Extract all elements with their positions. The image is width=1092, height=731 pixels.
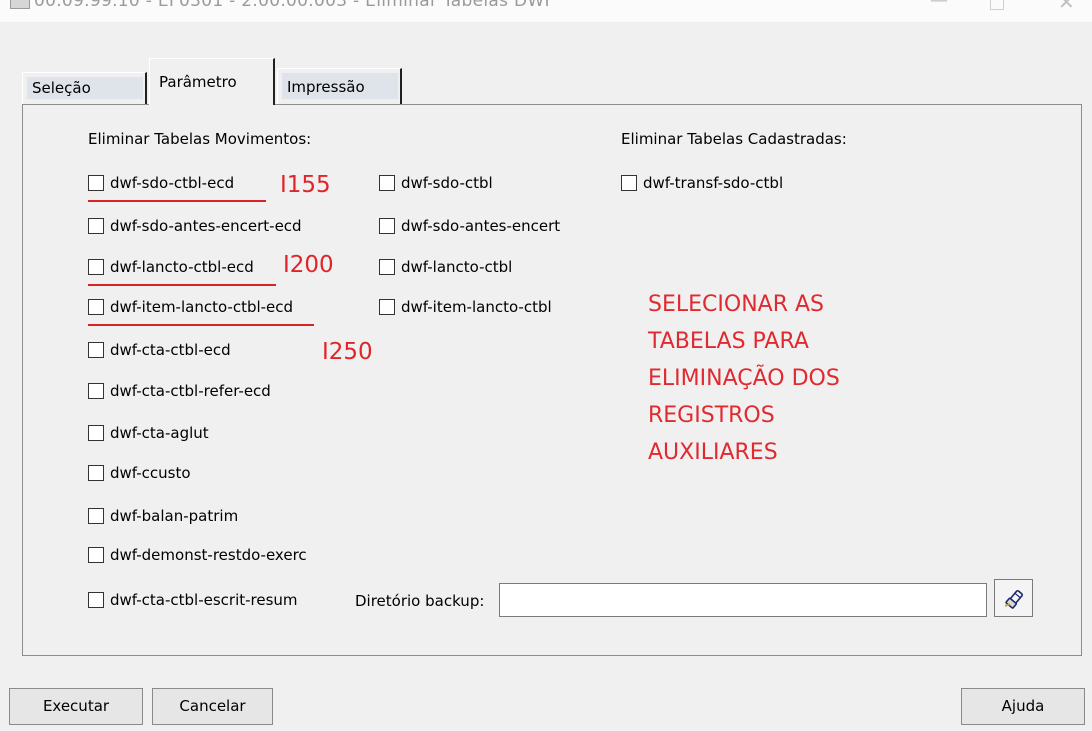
checkbox-box[interactable] — [88, 425, 104, 441]
annotation-note-line: SELECIONAR AS — [648, 292, 824, 317]
checkbox-label: dwf-sdo-ctbl — [401, 174, 493, 192]
checkbox-box[interactable] — [88, 175, 104, 191]
annotation-note: SELECIONAR AS TABELAS PARA ELIMINAÇÃO DO… — [648, 286, 928, 471]
cadastradas-heading: Eliminar Tabelas Cadastradas: — [621, 130, 847, 148]
checkbox-box[interactable] — [379, 259, 395, 275]
tab-parametro[interactable]: Parâmetro — [149, 58, 275, 105]
annotation-i200: I200 — [283, 252, 334, 278]
annotation-i250: I250 — [322, 339, 373, 365]
checkbox-box[interactable] — [379, 299, 395, 315]
checkbox-label: dwf-balan-patrim — [110, 507, 239, 525]
backup-directory-input[interactable] — [499, 583, 987, 617]
annotation-note-line: AUXILIARES — [648, 440, 778, 465]
annotation-underline — [88, 200, 266, 202]
backup-directory-label: Diretório backup: — [355, 592, 485, 610]
checkbox-box[interactable] — [88, 259, 104, 275]
checkbox-box[interactable] — [88, 465, 104, 481]
checkbox-box[interactable] — [88, 592, 104, 608]
checkbox-label: dwf-lancto-ctbl-ecd — [110, 258, 254, 276]
close-button[interactable]: ✕ — [1058, 0, 1075, 14]
tab-impressao[interactable]: Impressão — [277, 68, 402, 104]
checkbox-label: dwf-cta-ctbl-escrit-resum — [110, 591, 298, 609]
checkbox-box[interactable] — [88, 218, 104, 234]
checkbox-label: dwf-sdo-antes-encert-ecd — [110, 217, 302, 235]
checkbox-box[interactable] — [88, 547, 104, 563]
annotation-note-line: REGISTROS — [648, 403, 775, 428]
minimize-button[interactable]: — — [930, 0, 948, 11]
tab-impressao-label: Impressão — [287, 78, 365, 96]
checkbox-label: dwf-item-lancto-ctbl — [401, 298, 552, 316]
help-button[interactable]: Ajuda — [961, 688, 1085, 725]
checkbox-label: dwf-cta-ctbl-ecd — [110, 341, 231, 359]
maximize-button[interactable] — [990, 0, 1004, 10]
title-bar: 00.09.99.10 - EF0301 - 2.00.00.003 - Eli… — [0, 0, 1092, 22]
app-icon — [10, 0, 30, 9]
browse-folder-button[interactable] — [994, 579, 1033, 617]
tab-selecao-label: Seleção — [32, 79, 91, 97]
checkbox-box[interactable] — [88, 383, 104, 399]
annotation-underline — [88, 324, 314, 326]
checkbox-box[interactable] — [88, 299, 104, 315]
checkbox-label: dwf-transf-sdo-ctbl — [643, 174, 784, 192]
checkbox-box[interactable] — [621, 175, 637, 191]
checkbox-label: dwf-item-lancto-ctbl-ecd — [110, 298, 294, 316]
checkbox-box[interactable] — [88, 342, 104, 358]
checkbox-label: dwf-sdo-ctbl-ecd — [110, 174, 235, 192]
checkbox-box[interactable] — [88, 508, 104, 524]
cancel-button[interactable]: Cancelar — [152, 688, 273, 725]
annotation-underline — [88, 284, 276, 286]
checkbox-label: dwf-cta-ctbl-refer-ecd — [110, 382, 271, 400]
tab-parametro-label: Parâmetro — [159, 73, 237, 91]
flashlight-icon — [1004, 589, 1024, 609]
checkbox-box[interactable] — [379, 175, 395, 191]
movimentos-heading: Eliminar Tabelas Movimentos: — [88, 130, 312, 148]
annotation-i155: I155 — [280, 172, 331, 198]
tab-selecao[interactable]: Seleção — [22, 72, 147, 104]
execute-button[interactable]: Executar — [9, 688, 143, 725]
checkbox-label: dwf-lancto-ctbl — [401, 258, 513, 276]
checkbox-label: dwf-ccusto — [110, 464, 191, 482]
annotation-note-line: ELIMINAÇÃO DOS — [648, 366, 840, 391]
checkbox-label: dwf-cta-aglut — [110, 424, 209, 442]
checkbox-label: dwf-demonst-restdo-exerc — [110, 546, 307, 564]
checkbox-box[interactable] — [379, 218, 395, 234]
window-title: 00.09.99.10 - EF0301 - 2.00.00.003 - Eli… — [34, 0, 555, 11]
checkbox-label: dwf-sdo-antes-encert — [401, 217, 561, 235]
annotation-note-line: TABELAS PARA — [648, 329, 809, 354]
